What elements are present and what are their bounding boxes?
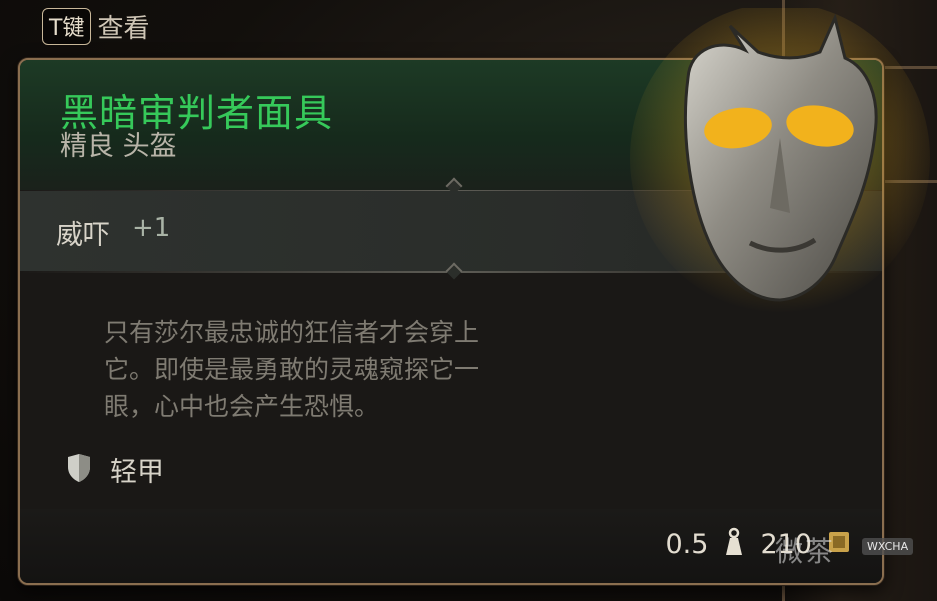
t-key-badge: T键: [42, 8, 92, 45]
watermark-tag: WXCHA: [862, 538, 914, 555]
watermark: 微茶: [775, 535, 836, 568]
stat-value: +1: [132, 213, 171, 243]
item-description: 只有莎尔最忠诚的狂信者才会穿上 它。即使是最勇敢的灵魂窥探它一 眼，心中也会产生…: [104, 314, 604, 425]
weight-icon: [722, 527, 746, 561]
description-line: 眼，心中也会产生恐惧。: [104, 392, 380, 421]
armor-type: 轻甲: [66, 450, 164, 489]
armor-label: 轻甲: [110, 457, 164, 488]
shield-icon: [66, 453, 92, 487]
tooltip-footer: 0.5 210: [20, 509, 882, 583]
inspect-label: 查看: [97, 14, 150, 44]
description-line: 只有莎尔最忠诚的狂信者才会穿上: [104, 318, 480, 347]
description-line: 它。即使是最勇敢的灵魂窥探它一: [104, 355, 480, 384]
weight-value: 0.5: [665, 528, 709, 560]
mask-image: [630, 3, 930, 318]
stat-name: 威吓: [56, 220, 110, 251]
inspect-hint[interactable]: T键 查看: [42, 8, 149, 45]
item-rarity-type: 精良 头盔: [60, 131, 177, 162]
